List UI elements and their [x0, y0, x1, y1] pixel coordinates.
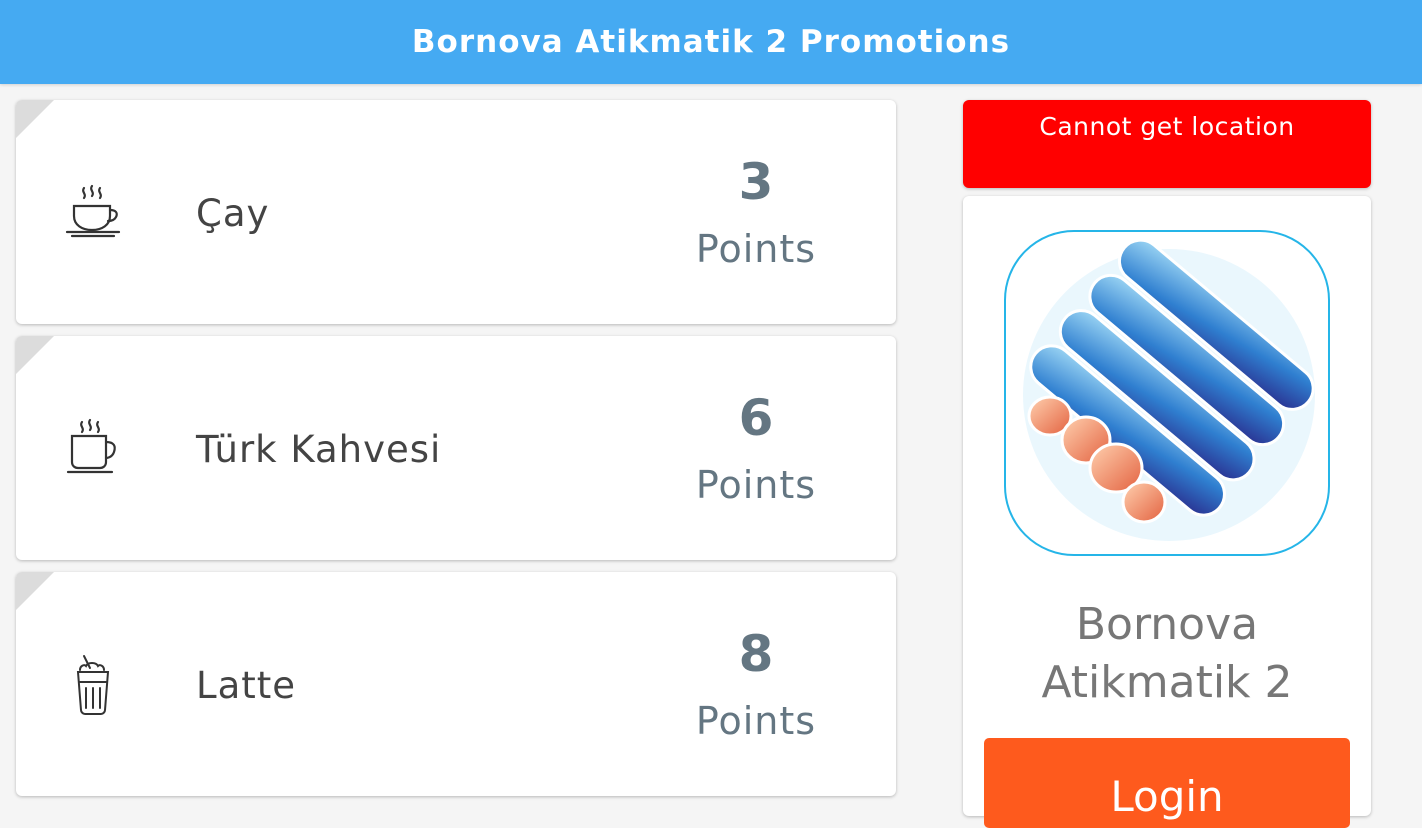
card-corner-fold — [16, 336, 54, 374]
promo-points: 8 Points — [676, 624, 836, 758]
promo-points: 3 Points — [676, 152, 836, 286]
machine-name-line2: Atikmatik 2 — [1041, 657, 1293, 708]
promo-name: Çay — [196, 192, 270, 235]
machine-name-line1: Bornova — [1075, 599, 1259, 650]
location-error-alert: Cannot get location — [963, 100, 1371, 188]
points-label: Points — [695, 227, 817, 271]
points-label: Points — [695, 463, 817, 507]
latte-glass-icon — [62, 654, 124, 716]
coffee-cup-icon — [62, 418, 124, 480]
points-label: Points — [695, 699, 817, 743]
promo-name: Türk Kahvesi — [196, 428, 442, 471]
promo-card-cay[interactable]: Çay 3 Points — [16, 100, 896, 324]
login-button[interactable]: Login — [984, 738, 1350, 828]
promo-card-turk-kahvesi[interactable]: Türk Kahvesi 6 Points — [16, 336, 896, 560]
tea-cup-icon — [62, 182, 124, 244]
atikmatik-logo-icon — [1004, 230, 1330, 556]
machine-name: Bornova Atikmatik 2 — [963, 596, 1371, 712]
card-corner-fold — [16, 572, 54, 610]
card-corner-fold — [16, 100, 54, 138]
points-value: 6 — [738, 389, 774, 447]
page-title: Bornova Atikmatik 2 Promotions — [411, 24, 1011, 60]
promo-points: 6 Points — [676, 388, 836, 522]
machine-card: Bornova Atikmatik 2 Login — [963, 196, 1371, 828]
promo-name: Latte — [196, 664, 297, 707]
points-value: 3 — [738, 153, 774, 211]
points-value: 8 — [738, 625, 774, 683]
promo-card-latte[interactable]: Latte 8 Points — [16, 572, 896, 796]
app-header: Bornova Atikmatik 2 Promotions — [0, 0, 1422, 84]
